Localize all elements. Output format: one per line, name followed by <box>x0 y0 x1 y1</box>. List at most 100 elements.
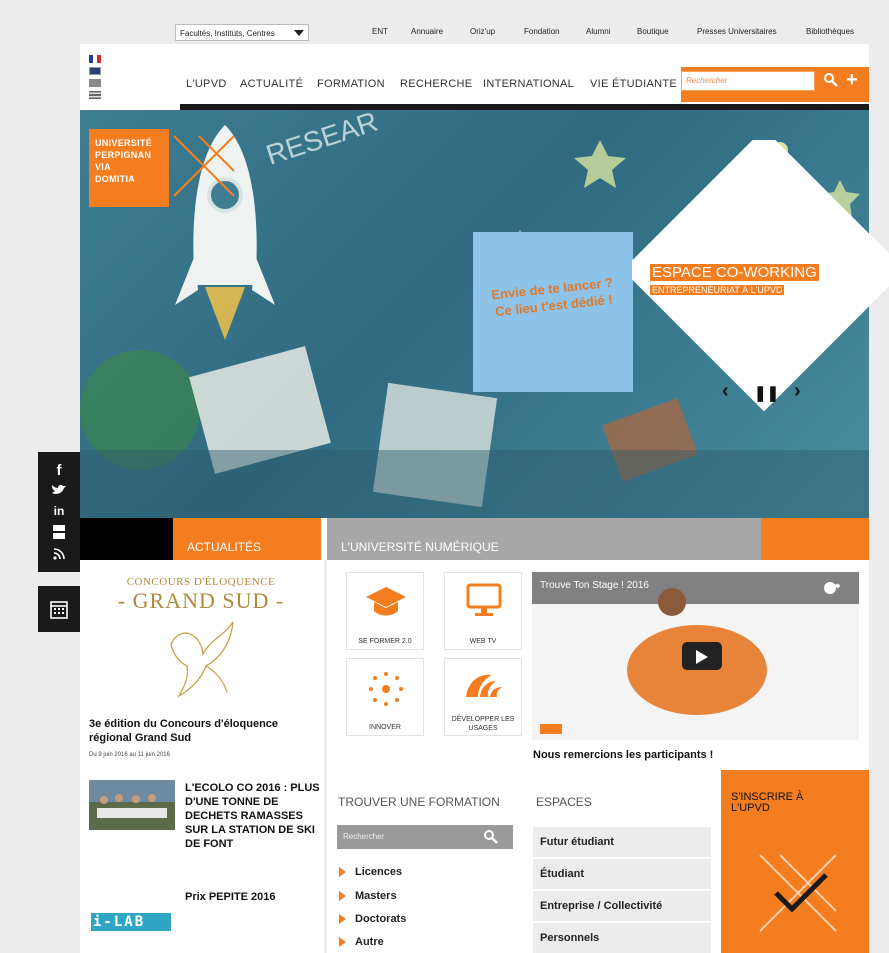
tile-se-former-label: SE FORMER 2.0 <box>358 638 412 645</box>
top-link-boutique[interactable]: Boutique <box>637 27 669 36</box>
nav-international[interactable]: INTERNATIONAL <box>483 78 574 90</box>
espace-personnels[interactable]: Personnels <box>533 923 711 953</box>
monitor-icon <box>466 583 502 616</box>
calendar-icon <box>50 601 68 619</box>
tile-developper[interactable]: DÉVELOPPER LES USAGES <box>444 658 522 736</box>
band-orange-right <box>761 518 869 560</box>
formation-search-icon[interactable] <box>483 829 499 845</box>
logo-line-4: DOMITIA <box>95 174 136 184</box>
nav-upvd[interactable]: L'UPVD <box>186 78 227 90</box>
logo-line-3: VIA <box>95 162 111 172</box>
featured-news-date: Du 9 juin 2016 au 11 juin 2016 <box>89 752 170 758</box>
actualites-header[interactable]: ACTUALITÉS <box>173 518 321 560</box>
tile-innover-label: INNOVER <box>369 724 401 731</box>
wave-icon <box>466 674 502 697</box>
flag-es-icon[interactable] <box>89 79 101 87</box>
university-logo[interactable]: UNIVERSITÉ PERPIGNAN VIA DOMITIA <box>89 129 169 207</box>
espace-etudiant[interactable]: Étudiant <box>533 859 711 889</box>
formation-item-label: Masters <box>355 890 397 902</box>
inscrire-title-line-2: L'UPVD <box>731 802 770 814</box>
ecolo-news-title[interactable]: L'ECOLO CO 2016 : PLUS D'UNE TONNE DE DE… <box>185 781 320 851</box>
numerique-header-label: L'UNIVERSITÉ NUMÉRIQUE <box>341 540 499 554</box>
youtube-icon[interactable] <box>52 524 66 540</box>
video-player[interactable] <box>532 572 859 740</box>
caret-down-icon <box>294 30 304 36</box>
tile-innover[interactable]: INNOVER <box>346 658 424 736</box>
slide-subtitle: ENTREPRENEURIAT À L'UPVD <box>650 285 785 295</box>
faculties-select[interactable]: Facultés, Instituts, Centres <box>175 24 309 41</box>
caret-right-icon <box>339 937 346 948</box>
ecolo-news-thumbnail[interactable] <box>89 780 175 830</box>
concours-image[interactable]: CONCOURS D'ÉLOQUENCE - GRAND SUD - <box>109 572 293 708</box>
featured-news-title[interactable]: 3e édition du Concours d'éloquence régio… <box>89 717 314 745</box>
carousel-pause-button[interactable]: ❚❚ <box>754 384 779 402</box>
carousel-prev-button[interactable]: ‹ <box>722 380 729 403</box>
top-link-orizup[interactable]: Oriz'up <box>470 27 495 36</box>
espace-futur-etudiant[interactable]: Futur étudiant <box>533 827 711 857</box>
flag-ca-icon[interactable] <box>89 91 101 99</box>
flag-uk-icon[interactable] <box>89 67 101 75</box>
tile-developper-label: DÉVELOPPER LES USAGES <box>451 716 515 732</box>
caret-right-icon <box>339 867 346 878</box>
video-thumbnail <box>532 572 859 740</box>
top-link-alumni[interactable]: Alumni <box>586 27 610 36</box>
top-link-presses[interactable]: Presses Universitaires <box>697 27 777 36</box>
nav-actualite[interactable]: ACTUALITÉ <box>240 78 303 90</box>
band-black <box>80 518 173 560</box>
ilab-label: i-LAB <box>93 914 146 930</box>
formation-item-licences[interactable]: Licences <box>339 866 402 878</box>
numerique-header[interactable]: L'UNIVERSITÉ NUMÉRIQUE <box>327 518 761 560</box>
rss-icon[interactable] <box>53 548 65 560</box>
nav-formation[interactable]: FORMATION <box>317 78 385 90</box>
formation-item-label: Autre <box>355 936 384 948</box>
graduation-cap-icon <box>366 587 406 616</box>
top-link-bibliotheques[interactable]: Bibliothèques <box>806 27 854 36</box>
slide-card-text: Envie de te lancer ? Ce lieu t'est dédié… <box>490 274 614 320</box>
tile-se-former[interactable]: SE FORMER 2.0 <box>346 572 424 650</box>
concours-image-line-2: - GRAND SUD - <box>117 588 285 613</box>
formation-item-label: Licences <box>355 866 403 878</box>
top-link-ent[interactable]: ENT <box>372 27 388 36</box>
twitter-icon[interactable] <box>51 484 67 496</box>
facebook-icon[interactable]: f <box>38 462 80 479</box>
formation-item-label: Doctorats <box>355 913 407 925</box>
slide-card: Envie de te lancer ? Ce lieu t'est dédié… <box>473 232 633 392</box>
share-icon[interactable]: ➦ <box>830 578 841 594</box>
faculties-select-value: Facultés, Instituts, Centres <box>180 29 275 38</box>
top-utility-bar <box>0 0 889 44</box>
video-title[interactable]: Trouve Ton Stage ! 2016 <box>540 580 649 591</box>
espaces-title: ESPACES <box>536 795 592 809</box>
logo-line-2: PERPIGNAN <box>95 150 152 160</box>
linkedin-icon[interactable]: in <box>38 504 80 518</box>
formation-item-masters[interactable]: Masters <box>339 890 397 902</box>
inscrire-title: S'INSCRIRE À L'UPVD <box>731 792 803 814</box>
formation-item-doctorats[interactable]: Doctorats <box>339 913 406 925</box>
concours-image-line-1: CONCOURS D'ÉLOQUENCE <box>126 576 276 588</box>
social-bar: f in <box>38 452 80 572</box>
language-switcher <box>89 55 101 99</box>
formation-item-autre[interactable]: Autre <box>339 936 384 948</box>
top-link-annuaire[interactable]: Annuaire <box>411 27 443 36</box>
logo-cross-lines-icon <box>173 135 235 197</box>
pepite-news-title[interactable]: Prix PEPITE 2016 <box>185 890 320 904</box>
tile-web-tv[interactable]: WEB TV <box>444 572 522 650</box>
flag-fr-icon[interactable] <box>89 55 101 63</box>
logo-line-1: UNIVERSITÉ <box>95 138 153 148</box>
checkmark-icon <box>759 854 837 932</box>
nav-vie-etudiante[interactable]: VIE ÉTUDIANTE <box>590 78 677 90</box>
caret-right-icon <box>339 914 346 925</box>
slide-caption-panel <box>632 140 889 480</box>
plus-icon[interactable]: + <box>846 69 858 92</box>
search-icon[interactable] <box>823 72 839 88</box>
carousel-next-button[interactable]: › <box>794 380 801 403</box>
espace-entreprise[interactable]: Entreprise / Collectivité <box>533 891 711 921</box>
top-link-fondation[interactable]: Fondation <box>524 27 560 36</box>
formation-title: TROUVER UNE FORMATION <box>338 795 500 809</box>
actualites-header-label: ACTUALITÉS <box>187 540 262 554</box>
video-caption: Nous remercions les participants ! <box>533 749 714 761</box>
nav-recherche[interactable]: RECHERCHE <box>400 78 472 90</box>
calendar-button[interactable] <box>38 586 80 632</box>
header-search-input[interactable]: Rechercher <box>681 71 815 91</box>
slide-title[interactable]: ESPACE CO-WORKING <box>650 264 819 281</box>
caret-right-icon <box>339 891 346 902</box>
